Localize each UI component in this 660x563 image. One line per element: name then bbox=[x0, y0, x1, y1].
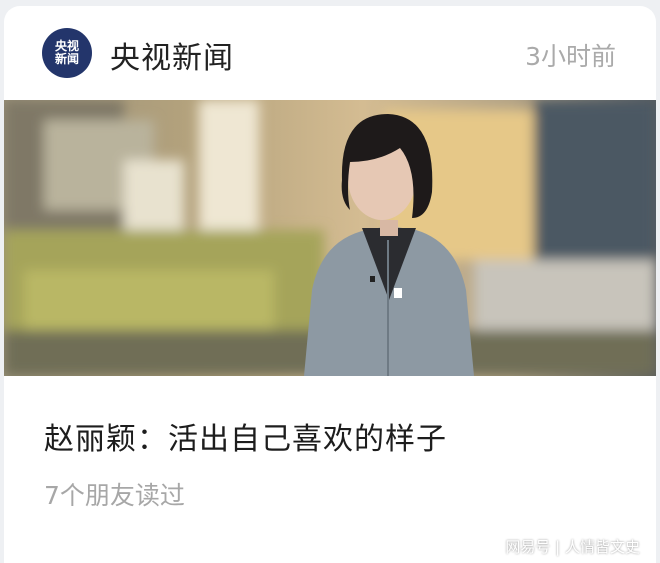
card-header: 央视 新闻 央视新闻 3小时前 bbox=[4, 6, 656, 100]
source-name[interactable]: 央视新闻 bbox=[110, 33, 234, 77]
article-cover-image[interactable] bbox=[4, 100, 656, 376]
friends-read-count: 7个朋友读过 bbox=[44, 481, 185, 510]
cover-photo-illustration bbox=[4, 100, 656, 376]
cctv-news-logo-icon[interactable]: 央视 新闻 bbox=[42, 28, 92, 78]
news-card[interactable]: 央视 新闻 央视新闻 3小时前 赵丽颖：活出自己喜欢的样子 7个朋友读过 网易号… bbox=[4, 6, 656, 563]
publish-time: 3小时前 bbox=[525, 42, 616, 71]
watermark: 网易号 | 人情皆文史 bbox=[505, 538, 640, 556]
logo-text-bottom: 新闻 bbox=[54, 52, 79, 66]
article-title[interactable]: 赵丽颖：活出自己喜欢的样子 bbox=[44, 414, 447, 458]
